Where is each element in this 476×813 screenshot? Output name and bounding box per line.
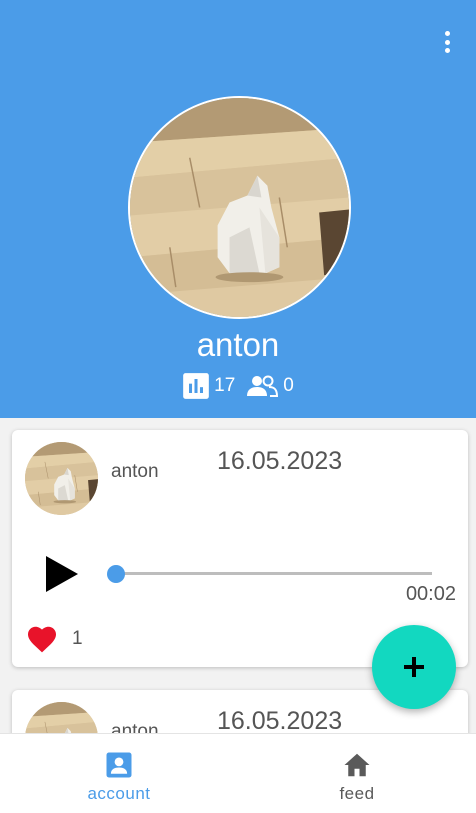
profile-avatar[interactable] (128, 96, 351, 319)
post-date: 16.05.2023 (217, 447, 343, 475)
plus-icon (404, 657, 424, 677)
people-icon (247, 375, 279, 397)
more-vert-icon[interactable] (440, 28, 454, 56)
nav-feed-label: feed (339, 784, 375, 803)
like-count: 1 (72, 628, 83, 649)
audio-progress-track[interactable] (116, 572, 432, 575)
followers-stat: 0 (245, 373, 294, 399)
post-avatar[interactable] (25, 442, 98, 515)
bottom-navigation: account feed (0, 733, 476, 813)
posts-stat: 17 (182, 372, 235, 400)
add-post-button[interactable] (372, 625, 456, 709)
like-button[interactable]: 1 (26, 624, 83, 654)
home-icon (344, 753, 370, 777)
bar-chart-icon (183, 373, 209, 399)
account-box-icon (106, 752, 132, 778)
followers-count: 0 (283, 375, 294, 396)
posts-count: 17 (214, 375, 236, 396)
post-date: 16.05.2023 (217, 707, 343, 735)
nav-account-label: account (87, 784, 151, 803)
post-username[interactable]: anton (111, 461, 159, 483)
profile-stats: 17 0 (0, 372, 476, 400)
play-icon[interactable] (44, 554, 80, 594)
audio-duration: 00:02 (405, 583, 456, 605)
profile-username: anton (196, 326, 280, 363)
nav-account[interactable]: account (0, 734, 238, 813)
heart-icon[interactable] (26, 624, 58, 654)
audio-progress-thumb[interactable] (107, 565, 125, 583)
nav-feed[interactable]: feed (238, 734, 476, 813)
profile-header: anton 17 0 (0, 0, 476, 418)
